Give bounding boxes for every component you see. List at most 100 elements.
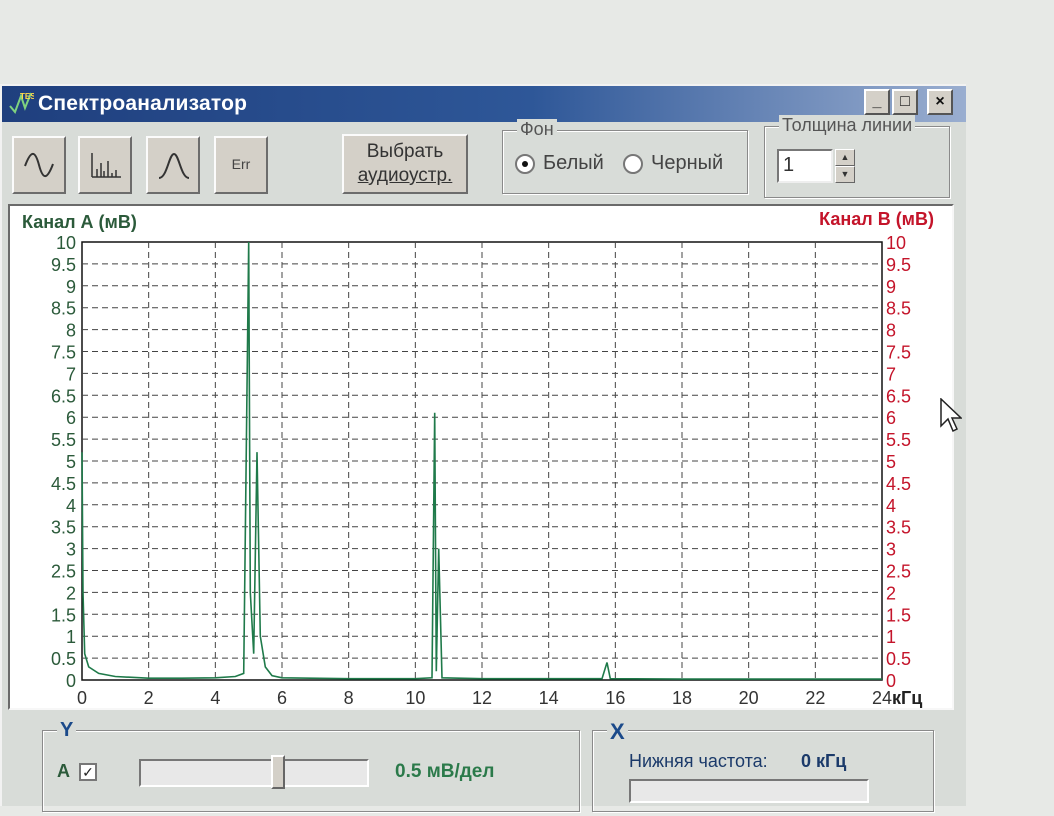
x-tick-label: 10 xyxy=(405,688,425,708)
error-button-label: Err xyxy=(231,156,251,172)
lower-frequency-slider[interactable] xyxy=(629,779,869,803)
y-tick-label-a: 3 xyxy=(66,540,76,560)
y-tick-label-a: 10 xyxy=(56,233,76,253)
y-tick-label-b: 4 xyxy=(886,496,896,516)
spectrum-plot: Канал А (мВ) Канал В (мВ) 0 0 0.5 0.5 1 1 1.5 1… xyxy=(8,204,954,710)
y-tick-label-a: 7 xyxy=(66,364,76,384)
y-tick-label-b: 1 xyxy=(886,627,896,647)
y-tick-label-a: 6 xyxy=(66,408,76,428)
x-unit-label: кГц xyxy=(892,688,922,708)
line-width-group-label: Толщина линии xyxy=(779,115,916,136)
y-tick-label-b: 8.5 xyxy=(886,299,911,319)
select-audio-device-line1: Выбрать xyxy=(366,141,444,162)
y-tick-label-b: 8 xyxy=(886,321,896,341)
line-width-input[interactable]: 1 xyxy=(777,149,833,183)
lower-frequency-label: Нижняя частота: xyxy=(629,751,768,771)
y-tick-label-b: 2.5 xyxy=(886,562,911,582)
y-group-label: Y xyxy=(57,719,77,742)
y-tick-label-b: 6.5 xyxy=(886,386,911,406)
sine-wave-button[interactable] xyxy=(12,136,66,194)
y-tick-label-a: 7.5 xyxy=(51,343,76,363)
spectrum-analyzer-window: TES Спектроанализатор _ □ × Err Выбрать … xyxy=(0,84,966,812)
scale-value: 0.5 мВ/дел xyxy=(395,761,495,782)
line-width-down-button[interactable]: ▼ xyxy=(835,166,855,183)
x-tick-label: 14 xyxy=(539,688,559,708)
x-tick-label: 20 xyxy=(739,688,759,708)
peak-icon xyxy=(158,152,190,179)
y-tick-label-b: 7 xyxy=(886,364,896,384)
background-black-label[interactable]: Черный xyxy=(651,152,723,175)
select-audio-device-line2: аудиоустр. xyxy=(357,165,453,186)
y-tick-label-a: 5 xyxy=(66,452,76,472)
y-tick-label-a: 0 xyxy=(66,671,76,691)
y-tick-label-b: 1.5 xyxy=(886,605,911,625)
background-white-radio[interactable] xyxy=(515,154,535,174)
line-width-up-button[interactable]: ▲ xyxy=(835,149,855,166)
y-tick-label-b: 7.5 xyxy=(886,343,911,363)
y-tick-label-a: 4.5 xyxy=(51,474,76,494)
y-tick-label-b: 3.5 xyxy=(886,518,911,538)
y-tick-label-a: 2 xyxy=(66,583,76,603)
y-tick-label-b: 9 xyxy=(886,277,896,297)
scale-slider-thumb[interactable] xyxy=(271,755,285,789)
mouse-cursor-icon xyxy=(940,398,962,433)
channel-a-check-label: А xyxy=(57,761,70,781)
sine-wave-icon xyxy=(24,152,54,178)
channel-a-checkbox[interactable]: ✓ xyxy=(79,763,97,781)
lower-frequency-value: 0 кГц xyxy=(801,751,847,771)
y-tick-label-a: 9 xyxy=(66,277,76,297)
x-tick-label: 12 xyxy=(472,688,492,708)
window-title: Спектроанализатор xyxy=(38,92,248,115)
background-group-label: Фон xyxy=(517,119,557,140)
y-tick-label-a: 8.5 xyxy=(51,299,76,319)
y-tick-label-a: 1.5 xyxy=(51,605,76,625)
y-tick-label-a: 1 xyxy=(66,627,76,647)
x-tick-label: 22 xyxy=(805,688,825,708)
x-tick-label: 0 xyxy=(77,688,87,708)
y-tick-label-a: 2.5 xyxy=(51,562,76,582)
scale-slider[interactable] xyxy=(139,759,369,787)
x-tick-label: 4 xyxy=(210,688,220,708)
y-tick-label-a: 9.5 xyxy=(51,255,76,275)
y-tick-label-a: 5.5 xyxy=(51,430,76,450)
y-tick-label-b: 3 xyxy=(886,540,896,560)
x-group-label: X xyxy=(607,719,628,745)
background-white-label[interactable]: Белый xyxy=(543,152,604,175)
close-button[interactable]: × xyxy=(927,89,953,115)
app-logo-icon: TES xyxy=(9,92,34,114)
x-tick-label: 16 xyxy=(605,688,625,708)
x-tick-label: 6 xyxy=(277,688,287,708)
x-tick-label: 2 xyxy=(144,688,154,708)
spectrum-bars-button[interactable] xyxy=(78,136,132,194)
x-settings-group: X Нижняя частота: 0 кГц xyxy=(592,719,934,812)
maximize-button[interactable]: □ xyxy=(892,89,918,115)
y-tick-label-b: 0.5 xyxy=(886,649,911,669)
select-audio-device-button[interactable]: Выбрать аудиоустр. xyxy=(342,134,468,194)
y-tick-label-a: 3.5 xyxy=(51,518,76,538)
peak-button[interactable] xyxy=(146,136,200,194)
y-tick-label-a: 0.5 xyxy=(51,649,76,669)
y-tick-label-b: 5.5 xyxy=(886,430,911,450)
error-button[interactable]: Err xyxy=(214,136,268,194)
y-tick-label-b: 6 xyxy=(886,408,896,428)
y-tick-label-b: 2 xyxy=(886,583,896,603)
background-group: Фон Белый Черный xyxy=(502,119,748,194)
line-width-group: Толщина линии 1 ▲ ▼ xyxy=(764,115,950,198)
spectrum-chart: 0 00.5 0.51 11.5 1.52 22.5 2.53 33.5 3.54 44.5 4.5… xyxy=(51,233,922,708)
x-tick-label: 8 xyxy=(344,688,354,708)
svg-text:TES: TES xyxy=(20,92,34,101)
y-tick-label-a: 6.5 xyxy=(51,386,76,406)
minimize-button[interactable]: _ xyxy=(864,89,890,115)
y-settings-group: Y А ✓ 0.5 мВ/дел xyxy=(42,719,580,812)
y-tick-label-a: 8 xyxy=(66,321,76,341)
y-tick-label-b: 9.5 xyxy=(886,255,911,275)
spectrum-bars-icon xyxy=(91,153,121,178)
y-tick-label-b: 4.5 xyxy=(886,474,911,494)
x-tick-label: 18 xyxy=(672,688,692,708)
y-tick-label-a: 4 xyxy=(66,496,76,516)
background-black-radio[interactable] xyxy=(623,154,643,174)
x-tick-label: 24 xyxy=(872,688,892,708)
y-tick-label-b: 5 xyxy=(886,452,896,472)
settings-panel: Y А ✓ 0.5 мВ/дел X Нижняя частота: 0 кГц xyxy=(2,716,966,816)
y-tick-label-b: 10 xyxy=(886,233,906,253)
